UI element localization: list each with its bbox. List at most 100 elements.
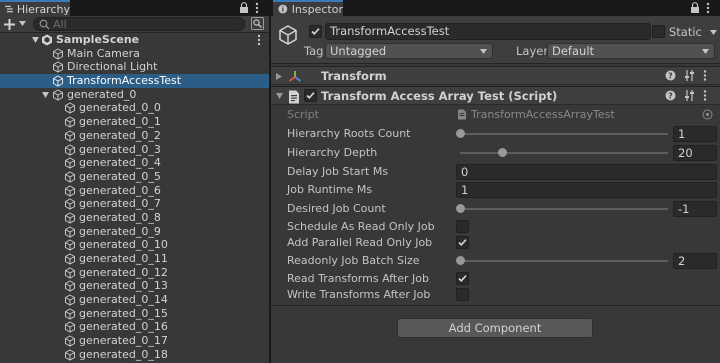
hierarchy-child-item[interactable]: generated_0_18: [0, 348, 269, 362]
presets-icon[interactable]: [684, 70, 695, 81]
checkmark-icon: [458, 239, 467, 246]
tag-dropdown[interactable]: Untagged: [325, 43, 493, 59]
chevron-right-icon[interactable]: [276, 73, 282, 80]
number-field[interactable]: 2: [673, 253, 717, 269]
prop-script: Script TransformAccessArrayTest: [271, 107, 720, 123]
hierarchy-item-generated-0[interactable]: generated_0: [0, 88, 269, 102]
presets-icon[interactable]: [684, 90, 695, 101]
unity-scene-icon: [42, 34, 52, 46]
hierarchy-item-main-camera[interactable]: Main Camera: [0, 47, 269, 61]
lock-icon[interactable]: [239, 2, 249, 14]
component-menu-icon[interactable]: [703, 70, 714, 81]
toggle-checkbox[interactable]: [456, 220, 469, 233]
number-field[interactable]: 1: [673, 126, 717, 142]
component-enabled-checkbox[interactable]: [304, 89, 317, 102]
hierarchy-child-item[interactable]: generated_0_1: [0, 115, 269, 129]
lock-icon[interactable]: [690, 2, 700, 14]
cube-icon: [65, 308, 75, 320]
search-input[interactable]: All: [33, 17, 245, 31]
slider-thumb[interactable]: [456, 204, 465, 213]
cube-icon: [65, 349, 75, 361]
help-icon[interactable]: ?: [665, 70, 676, 81]
slider-track[interactable]: [460, 152, 668, 154]
hierarchy-child-item[interactable]: generated_0_9: [0, 225, 269, 239]
create-button[interactable]: [4, 18, 30, 31]
slider-track[interactable]: [460, 208, 668, 210]
active-checkbox[interactable]: [309, 25, 322, 38]
layer-dropdown[interactable]: Default: [547, 43, 715, 59]
prop-desired-job-count: Desired Job Count -1: [271, 201, 720, 217]
hierarchy-tree: SampleScene Main Camera Directional Ligh…: [0, 33, 269, 362]
hierarchy-child-item[interactable]: generated_0_2: [0, 129, 269, 143]
hierarchy-child-item[interactable]: generated_0_6: [0, 184, 269, 198]
toggle-checkbox[interactable]: [456, 272, 469, 285]
help-icon[interactable]: ?: [665, 90, 676, 101]
slider-thumb[interactable]: [456, 256, 465, 265]
prop-label: Read Transforms After Job: [287, 272, 429, 285]
slider-thumb[interactable]: [497, 148, 507, 157]
slider-track[interactable]: [460, 133, 668, 135]
search-placeholder: All: [53, 18, 67, 31]
gameobject-icon: [279, 25, 297, 45]
filter-button[interactable]: [251, 17, 264, 30]
hierarchy-child-item[interactable]: generated_0_17: [0, 334, 269, 348]
hierarchy-child-item[interactable]: generated_0_7: [0, 197, 269, 211]
component-menu-icon[interactable]: [703, 90, 714, 101]
prop-label: Add Parallel Read Only Job: [287, 236, 433, 249]
toggle-checkbox[interactable]: [456, 236, 469, 249]
chevron-down-icon[interactable]: [710, 30, 717, 35]
slider-thumb[interactable]: [456, 129, 465, 138]
cube-icon: [65, 253, 75, 265]
tag-value: Untagged: [330, 44, 387, 58]
scene-menu-icon[interactable]: [257, 34, 261, 46]
layer-label: Layer: [516, 44, 549, 58]
scene-row[interactable]: SampleScene: [0, 33, 269, 47]
number-field[interactable]: -1: [673, 201, 717, 217]
svg-text:?: ?: [668, 92, 673, 101]
checkmark-icon: [458, 275, 467, 282]
object-name-field[interactable]: TransformAccessTest: [325, 23, 651, 40]
hierarchy-item-label: generated_0_11: [79, 252, 168, 265]
hierarchy-child-item[interactable]: generated_0_3: [0, 143, 269, 157]
checkmark-icon: [311, 28, 320, 35]
prop-read-transforms-after-job: Read Transforms After Job: [271, 271, 720, 287]
tab-inspector[interactable]: Inspector: [273, 0, 343, 16]
hierarchy-child-item[interactable]: generated_0_8: [0, 211, 269, 225]
tab-hierarchy[interactable]: Hierarchy: [0, 0, 70, 16]
hierarchy-child-item[interactable]: generated_0_16: [0, 320, 269, 334]
hierarchy-item-label: generated_0_1: [79, 115, 161, 129]
prop-delay-job-start-ms: Delay Job Start Ms 0: [271, 164, 720, 180]
add-component-button[interactable]: Add Component: [397, 318, 593, 338]
hierarchy-child-item[interactable]: generated_0_4: [0, 156, 269, 170]
chevron-down-icon[interactable]: [276, 93, 283, 99]
number-field[interactable]: 20: [673, 145, 717, 161]
prop-readonly-job-batch-size: Readonly Job Batch Size 2: [271, 253, 720, 269]
toggle-checkbox[interactable]: [456, 288, 469, 301]
prop-label: Desired Job Count: [287, 202, 386, 215]
hierarchy-item-label: generated_0_16: [79, 320, 168, 334]
kebab-menu-icon[interactable]: [706, 2, 716, 14]
slider-track[interactable]: [460, 260, 668, 262]
kebab-menu-icon[interactable]: [255, 2, 265, 14]
hierarchy-child-item[interactable]: generated_0_12: [0, 266, 269, 280]
expand-arrow-icon[interactable]: [42, 91, 49, 98]
transform-component-header[interactable]: Transform ?: [271, 66, 720, 85]
hierarchy-child-item[interactable]: generated_0_11: [0, 252, 269, 266]
number-field[interactable]: 1: [456, 182, 717, 198]
hierarchy-child-item[interactable]: generated_0_0: [0, 101, 269, 115]
hierarchy-item-transformaccesstest[interactable]: TransformAccessTest: [0, 74, 269, 88]
prop-label: Hierarchy Depth: [287, 146, 378, 159]
hierarchy-child-item[interactable]: generated_0_13: [0, 279, 269, 293]
hierarchy-child-item[interactable]: generated_0_15: [0, 307, 269, 321]
hierarchy-child-item[interactable]: generated_0_10: [0, 238, 269, 252]
chevron-down-icon: [19, 21, 26, 26]
script-component-header[interactable]: Transform Access Array Test (Script) ?: [271, 86, 720, 105]
number-field[interactable]: 0: [456, 164, 717, 180]
expand-arrow-icon[interactable]: [32, 37, 39, 43]
transform-axes-icon: [288, 71, 302, 82]
hierarchy-child-item[interactable]: generated_0_14: [0, 293, 269, 307]
static-checkbox[interactable]: [652, 25, 665, 38]
hierarchy-child-item[interactable]: generated_0_5: [0, 170, 269, 184]
hierarchy-item-directional-light[interactable]: Directional Light: [0, 60, 269, 74]
hierarchy-item-label: generated_0_7: [79, 197, 161, 211]
